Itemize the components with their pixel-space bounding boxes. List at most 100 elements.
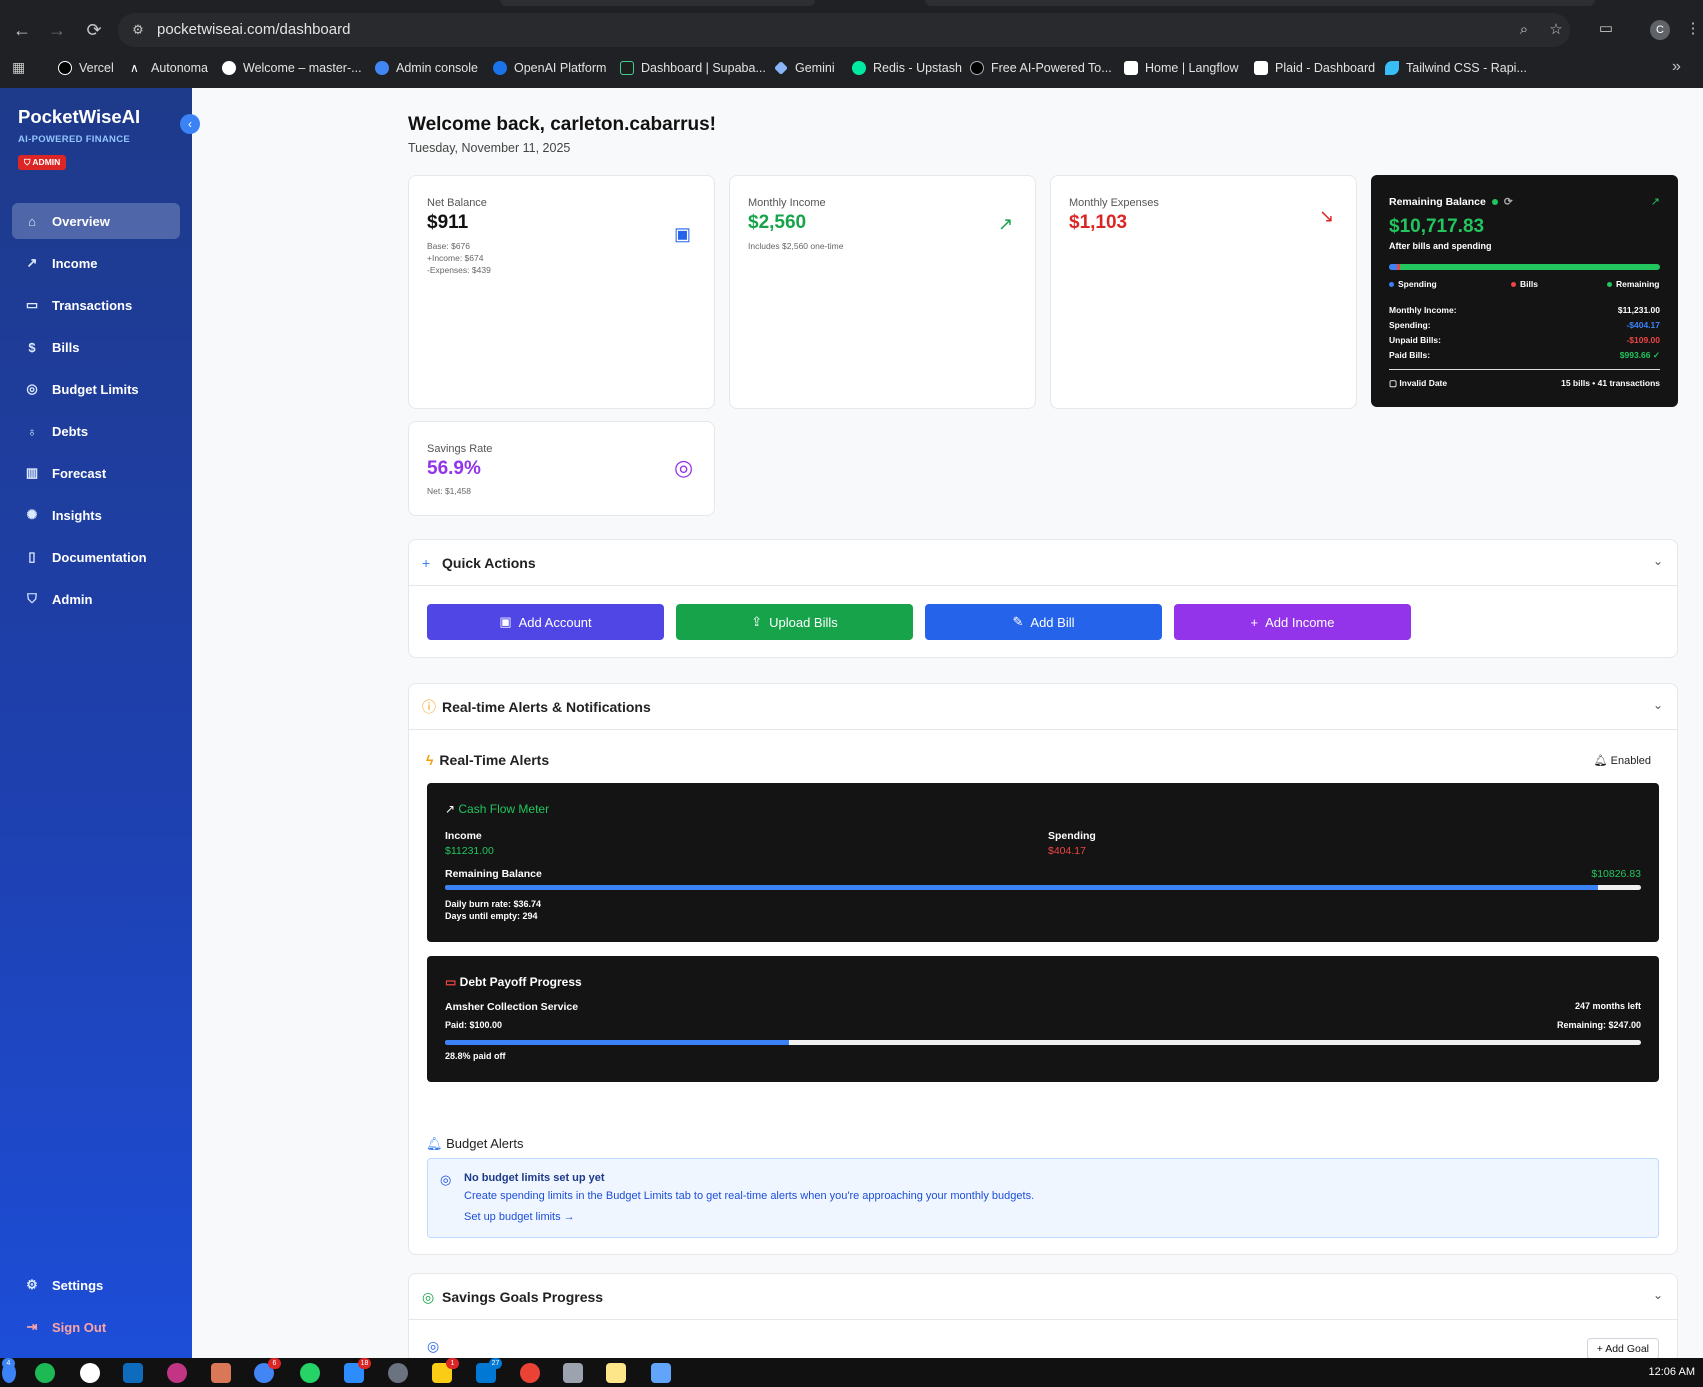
tab[interactable] (925, 0, 1595, 6)
sidebar-item-documentation[interactable]: ▯Documentation (12, 539, 180, 575)
add-bill-button[interactable]: ✎Add Bill (925, 604, 1162, 640)
arrow-up-right-icon: ↗ (998, 214, 1013, 235)
setup-budget-link[interactable]: Set up budget limits → (464, 1211, 575, 1223)
panel-title: Real-time Alerts & Notifications (442, 699, 651, 715)
zoom-icon[interactable]: ⌕ (1514, 20, 1534, 40)
site-info-icon[interactable]: ⚙ (128, 20, 148, 40)
savings-goals-header[interactable]: ◎ Savings Goals Progress ⌄ (409, 1274, 1677, 1320)
remaining-value: $10826.83 (1591, 868, 1641, 880)
tab[interactable] (500, 0, 815, 6)
sidebar-item-income[interactable]: ↗Income (12, 245, 180, 281)
net-balance-card: Net Balance $911 Base: $676 +Income: $67… (408, 175, 715, 409)
bookmark[interactable]: Redis - Upstash (852, 58, 962, 78)
chevron-down-icon[interactable]: ⌄ (1653, 1288, 1663, 1302)
sidebar-item-transactions[interactable]: ▭Transactions (12, 287, 180, 323)
address-bar[interactable]: ⚙ pocketwiseai.com/dashboard ⌕ ☆ (118, 13, 1570, 47)
back-icon[interactable]: ← (10, 18, 34, 42)
bookmark[interactable]: Welcome – master-... (222, 58, 362, 78)
menu-icon[interactable]: ⋮ (1681, 17, 1703, 41)
bookmark[interactable]: Vercel (58, 58, 114, 78)
sidebar-item-label: Overview (52, 214, 110, 229)
spotify-icon[interactable] (35, 1363, 55, 1383)
bookmark-label: Redis - Upstash (873, 61, 962, 75)
sign-out-button[interactable]: ⇥ Sign Out (12, 1309, 180, 1345)
bookmark[interactable]: Dashboard | Supaba... (620, 58, 766, 78)
remaining-label: Remaining Balance (445, 868, 542, 880)
bookmark[interactable]: Tailwind CSS - Rapi... (1385, 58, 1527, 78)
alerts-enabled-toggle[interactable]: 🔔︎ Enabled (1594, 754, 1651, 767)
bookmark[interactable]: Free AI-Powered To... (970, 58, 1112, 78)
piggy-bank-icon: ♁ (24, 424, 40, 439)
sidebar-item-label: Budget Limits (52, 382, 139, 397)
cast-icon[interactable]: ▭ (1594, 17, 1618, 41)
budget-alerts-empty: ◎ No budget limits set up yet Create spe… (427, 1158, 1659, 1238)
add-goal-button[interactable]: + Add Goal (1587, 1338, 1659, 1360)
sidebar-item-budget-limits[interactable]: ◎Budget Limits (12, 371, 180, 407)
sidebar-item-insights[interactable]: ✺Insights (12, 497, 180, 533)
sidebar-item-admin[interactable]: ⛉Admin (12, 581, 180, 617)
profile-avatar[interactable]: C (1650, 20, 1670, 40)
app-icon[interactable] (563, 1363, 583, 1383)
row-value: -$109.00 (1626, 335, 1660, 345)
trending-up-icon: ↗ (1651, 195, 1660, 208)
row-value: -$404.17 (1626, 320, 1660, 330)
summary-row: Spending:-$404.17 (1389, 320, 1660, 330)
alerts-header[interactable]: ⓘ Real-time Alerts & Notifications ⌄ (409, 684, 1677, 730)
card-value: $1,103 (1069, 212, 1127, 234)
sidebar-item-debts[interactable]: ♁Debts (12, 413, 180, 449)
apps-grid-icon[interactable]: ▦ (12, 59, 28, 75)
legend-remaining: Remaining (1607, 279, 1659, 289)
whatsapp-icon[interactable] (300, 1363, 320, 1383)
app-icon[interactable] (167, 1363, 187, 1383)
target-icon: ◎ (674, 455, 693, 481)
upload-bills-button[interactable]: ⇪Upload Bills (676, 604, 913, 640)
notepad-icon[interactable] (651, 1363, 671, 1383)
bookmark[interactable]: Plaid - Dashboard (1254, 58, 1375, 78)
claude-icon[interactable] (211, 1363, 231, 1383)
target-icon: ◎ (422, 1288, 434, 1306)
panel-title: Savings Goals Progress (442, 1289, 603, 1305)
sidebar-item-bills[interactable]: $Bills (12, 329, 180, 365)
logout-icon: ⇥ (24, 1319, 40, 1335)
sidebar-item-overview[interactable]: ⌂Overview (12, 203, 180, 239)
footer-date: Invalid Date (1399, 378, 1447, 388)
sidebar-item-forecast[interactable]: ▥Forecast (12, 455, 180, 491)
card-label: Net Balance (427, 197, 487, 209)
refresh-icon[interactable]: ⟳ (1504, 196, 1513, 208)
legend-bills: Bills (1511, 279, 1538, 289)
collapse-sidebar-button[interactable]: ‹ (180, 114, 200, 134)
sidebar: PocketWiseAI AI-POWERED FINANCE ⛉ ADMIN … (0, 88, 192, 1358)
plaid-icon (1254, 61, 1268, 75)
bookmark[interactable]: OpenAI Platform (493, 58, 606, 78)
bookmark[interactable]: Home | Langflow (1124, 58, 1239, 78)
income-value: $11231.00 (445, 845, 494, 857)
taskbar: 4 6 18 1 27 12:06 AM (0, 1358, 1703, 1387)
star-icon[interactable]: ☆ (1546, 20, 1566, 40)
add-account-button[interactable]: ▣Add Account (427, 604, 664, 640)
url-text[interactable]: pocketwiseai.com/dashboard (157, 21, 350, 38)
quick-actions-header[interactable]: + Quick Actions ⌄ (409, 540, 1677, 586)
sidebar-item-label: Sign Out (52, 1320, 106, 1335)
add-income-button[interactable]: +Add Income (1174, 604, 1411, 640)
notification-badge: 4 (2, 1358, 15, 1369)
app-icon[interactable] (123, 1363, 143, 1383)
forward-icon[interactable]: → (45, 18, 69, 42)
bookmark[interactable]: ∧Autonoma (130, 58, 208, 78)
sidebar-item-settings[interactable]: ⚙Settings (12, 1267, 180, 1303)
reload-icon[interactable]: ⟳ (82, 18, 106, 42)
bookmark-label: Welcome – master-... (243, 61, 362, 75)
row-value: $993.66 ✓ (1620, 350, 1660, 361)
more-bookmarks-icon[interactable]: » (1672, 58, 1681, 76)
remaining-footer: ▢ Invalid Date 15 bills • 41 transaction… (1389, 378, 1660, 389)
chevron-down-icon[interactable]: ⌄ (1653, 698, 1663, 712)
supabase-icon (620, 61, 634, 75)
chrome-icon[interactable] (520, 1363, 540, 1383)
card-note: Net: $1,458 (427, 486, 471, 496)
bookmark[interactable]: Gemini (774, 58, 835, 78)
github-icon[interactable] (80, 1363, 100, 1383)
target-icon: ◎ (440, 1172, 451, 1188)
app-icon[interactable] (388, 1363, 408, 1383)
bookmark[interactable]: Admin console (375, 58, 478, 78)
chevron-down-icon[interactable]: ⌄ (1653, 554, 1663, 568)
app-icon[interactable] (606, 1363, 626, 1383)
